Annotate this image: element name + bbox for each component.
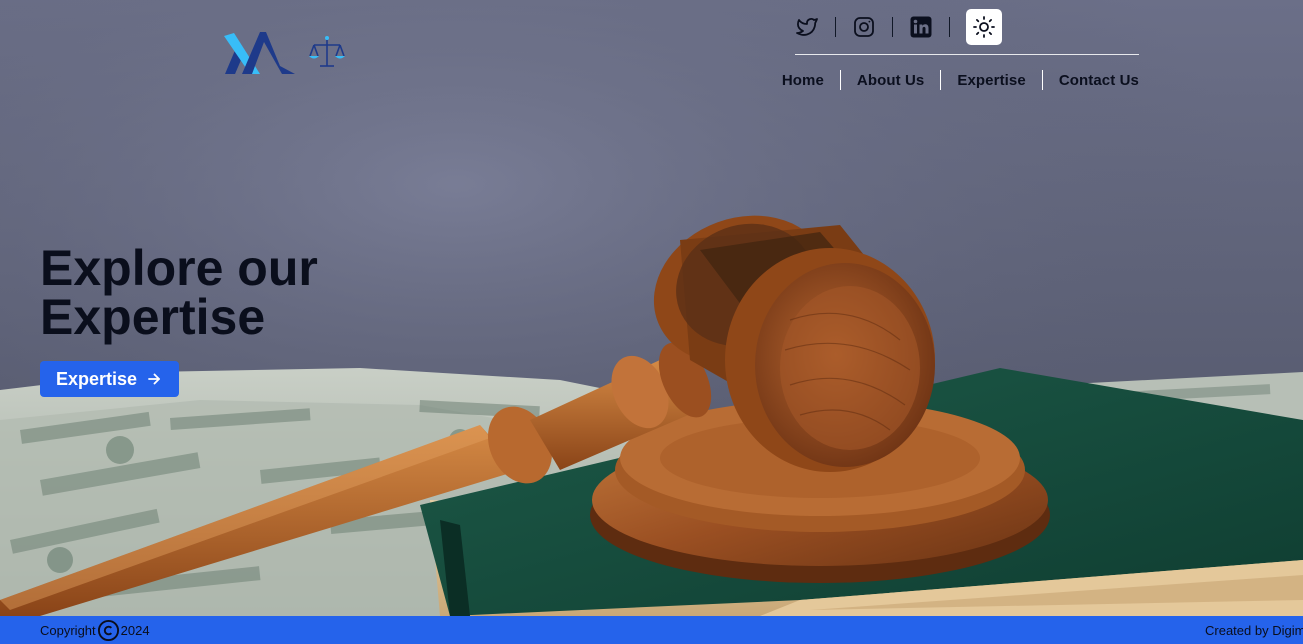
scales-icon (309, 38, 345, 67)
main-nav: Home About Us Expertise Contact Us (782, 70, 1139, 90)
twitter-link[interactable] (795, 15, 819, 39)
social-links (795, 9, 1002, 45)
arrow-right-icon (147, 372, 161, 386)
copyright-year: 2024 (120, 622, 150, 638)
copyright-label: Copyright (40, 622, 96, 638)
expertise-button-label: Expertise (56, 368, 138, 389)
hero-title: Explore our Expertise (40, 240, 360, 345)
nav-item-home[interactable]: Home (782, 72, 824, 89)
nav-item-expertise[interactable]: Expertise (957, 72, 1025, 89)
social-divider (949, 17, 950, 37)
nav-divider (940, 70, 942, 90)
social-divider (835, 17, 836, 37)
nav-item-about-us[interactable]: About Us (857, 72, 924, 89)
brand-logo[interactable] (222, 28, 348, 78)
copyright-icon (97, 619, 120, 642)
twitter-icon (796, 18, 818, 36)
sun-icon (973, 16, 995, 38)
instagram-icon (854, 17, 874, 37)
copyright: Copyright 2024 (40, 616, 150, 644)
theme-toggle-button[interactable] (966, 9, 1002, 45)
instagram-link[interactable] (852, 15, 876, 39)
nav-divider (839, 70, 841, 90)
header-social-bar (795, 9, 1139, 55)
page: Home About Us Expertise Contact Us Explo… (0, 0, 1303, 644)
social-divider (892, 17, 893, 37)
expertise-button[interactable]: Expertise (40, 361, 179, 397)
footer-credit: Created by Digim (1205, 622, 1303, 638)
hero-title-line-1: Explore our (40, 240, 318, 296)
hero-title-line-2: Expertise (40, 289, 266, 345)
linkedin-link[interactable] (909, 15, 933, 39)
linkedin-icon (910, 16, 932, 38)
nav-item-contact-us[interactable]: Contact Us (1059, 72, 1139, 89)
footer: Copyright 2024 Created by Digim (0, 616, 1303, 644)
nav-divider (1041, 70, 1043, 90)
